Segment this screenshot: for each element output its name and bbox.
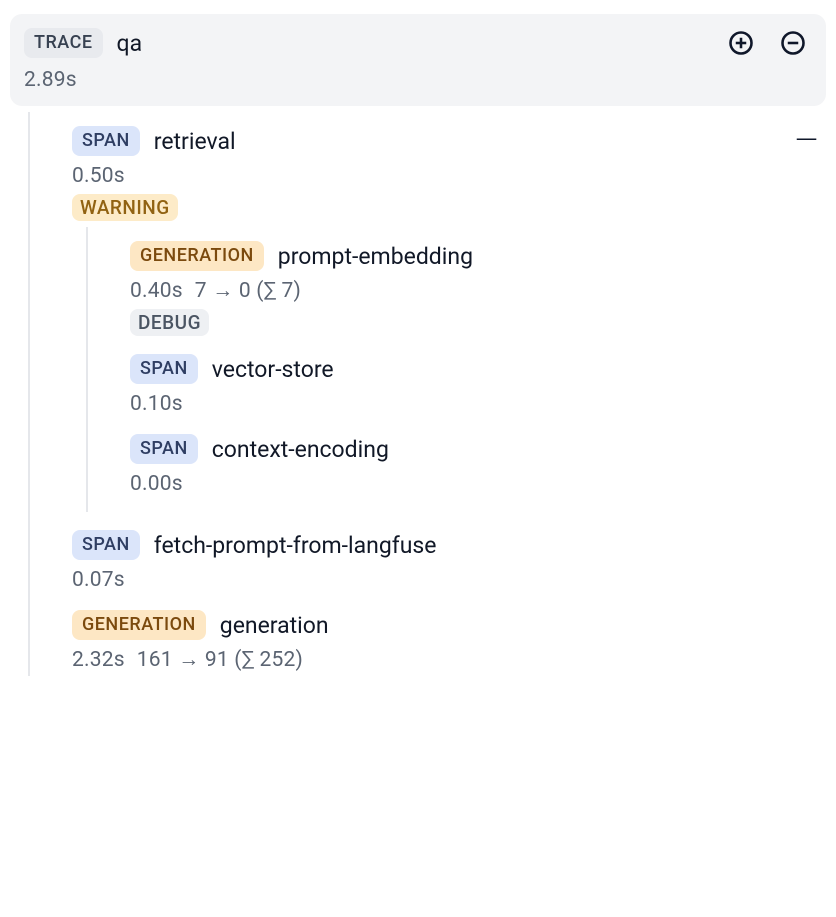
span-retrieval[interactable]: SPAN retrieval — 0.50s WARNING GENERATIO… xyxy=(50,112,826,516)
trace-tree: SPAN retrieval — 0.50s WARNING GENERATIO… xyxy=(28,112,826,676)
span-vector-store[interactable]: SPAN vector-store 0.10s xyxy=(108,340,826,420)
warning-badge: WARNING xyxy=(72,194,178,221)
span-duration: 0.10s xyxy=(130,392,826,416)
span-title: retrieval xyxy=(154,128,236,155)
span-title: vector-store xyxy=(212,356,334,383)
generation-generation[interactable]: GENERATION generation 2.32s 161 → 91 (∑ … xyxy=(50,596,826,676)
span-duration: 0.00s xyxy=(130,472,826,496)
span-title: fetch-prompt-from-langfuse xyxy=(154,532,437,559)
generation-duration: 0.40s xyxy=(130,279,183,303)
span-fetch-prompt[interactable]: SPAN fetch-prompt-from-langfuse 0.07s xyxy=(50,516,826,596)
span-badge: SPAN xyxy=(72,530,140,560)
span-context-encoding[interactable]: SPAN context-encoding 0.00s xyxy=(108,420,826,512)
span-duration: 0.07s xyxy=(72,568,826,592)
generation-prompt-embedding[interactable]: GENERATION prompt-embedding 0.40s 7 → 0 … xyxy=(108,227,826,340)
trace-badge: TRACE xyxy=(24,28,103,58)
generation-tokens: 161 → 91 (∑ 252) xyxy=(137,648,303,672)
generation-tokens: 7 → 0 (∑ 7) xyxy=(195,279,301,303)
generation-badge: GENERATION xyxy=(72,610,206,640)
trace-card[interactable]: TRACE qa 2.89s xyxy=(10,14,826,106)
span-badge: SPAN xyxy=(130,434,198,464)
span-title: context-encoding xyxy=(212,436,389,463)
collapse-toggle[interactable]: — xyxy=(787,126,826,156)
collapse-all-icon[interactable] xyxy=(776,26,810,60)
expand-all-icon[interactable] xyxy=(724,26,758,60)
trace-duration: 2.89s xyxy=(24,68,810,92)
span-badge: SPAN xyxy=(130,354,198,384)
trace-title: qa xyxy=(117,30,143,57)
generation-title: prompt-embedding xyxy=(278,243,473,270)
span-badge: SPAN xyxy=(72,126,140,156)
generation-duration: 2.32s xyxy=(72,648,125,672)
span-duration: 0.50s xyxy=(72,164,826,188)
generation-title: generation xyxy=(220,612,329,639)
debug-badge: DEBUG xyxy=(130,309,209,336)
generation-badge: GENERATION xyxy=(130,241,264,271)
retrieval-children: GENERATION prompt-embedding 0.40s 7 → 0 … xyxy=(86,227,826,512)
